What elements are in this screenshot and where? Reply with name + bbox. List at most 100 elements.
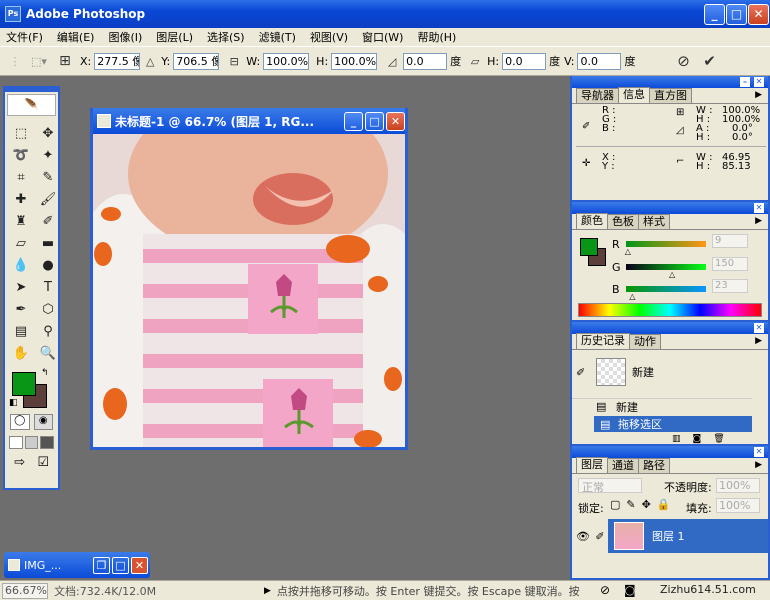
minimized-window[interactable]: IMG_... ❐ □ ✕ xyxy=(4,552,150,578)
tab-styles[interactable]: 样式 xyxy=(638,214,670,229)
eraser-tool-icon[interactable]: ▱ xyxy=(9,233,33,254)
red-slider[interactable] xyxy=(626,241,706,247)
maximize-button[interactable]: □ xyxy=(726,4,747,25)
feather-logo-icon[interactable]: 🪶 xyxy=(7,94,56,116)
tab-channels[interactable]: 通道 xyxy=(607,458,639,473)
fill-field[interactable]: 100% xyxy=(716,498,760,513)
document-minimize-button[interactable]: _ xyxy=(344,112,363,131)
history-panel-close-icon[interactable]: ✕ xyxy=(754,323,764,333)
green-slider[interactable] xyxy=(626,264,706,270)
visibility-eye-icon[interactable]: 👁 xyxy=(574,530,592,543)
blue-value-field[interactable]: 23 xyxy=(712,279,748,293)
standard-mode-icon[interactable]: ◯ xyxy=(10,414,30,430)
blue-slider-thumb[interactable]: △ xyxy=(629,292,635,301)
foreground-color-swatch[interactable] xyxy=(12,372,36,396)
info-panel-close-icon[interactable]: ✕ xyxy=(754,77,764,87)
tab-info[interactable]: 信息 xyxy=(618,87,650,103)
slice-tool-icon[interactable]: ✎ xyxy=(36,167,60,188)
notes-tool-icon[interactable]: ▤ xyxy=(9,321,33,342)
minimize-button[interactable]: _ xyxy=(704,4,725,25)
h-field[interactable]: 100.0% xyxy=(331,52,378,70)
document-close-button[interactable]: ✕ xyxy=(386,112,405,131)
brush-tool-icon[interactable]: 🖌 xyxy=(36,189,60,210)
layer-brush-icon[interactable]: ✐ xyxy=(592,530,608,543)
default-colors-icon[interactable]: ◧ xyxy=(9,398,18,408)
skew-h-field[interactable]: 0.0 xyxy=(502,52,547,70)
y-field[interactable]: 706.5 像 xyxy=(173,52,220,70)
blue-slider[interactable] xyxy=(626,286,706,292)
lock-all-icon[interactable]: 🔒 xyxy=(657,498,671,511)
history-snapshot[interactable]: ✐ 新建 xyxy=(572,354,752,390)
eyedropper-tool-icon[interactable]: ⚲ xyxy=(36,321,60,342)
tab-layers[interactable]: 图层 xyxy=(576,457,608,473)
menu-file[interactable]: 文件(F) xyxy=(6,29,43,45)
menu-window[interactable]: 窗口(W) xyxy=(362,29,403,45)
color-ramp[interactable] xyxy=(578,303,762,317)
tab-histogram[interactable]: 直方图 xyxy=(649,88,692,103)
snapshot-camera-icon[interactable]: ◙ xyxy=(693,434,702,444)
tab-navigator[interactable]: 导航器 xyxy=(576,88,619,103)
history-brush-source-icon[interactable]: ✐ xyxy=(576,366,592,379)
path-selection-tool-icon[interactable]: ➤ xyxy=(9,277,33,298)
blend-mode-select[interactable]: 正常 xyxy=(578,478,642,494)
angle-field[interactable]: 0.0 xyxy=(403,52,448,70)
gradient-tool-icon[interactable]: ▬ xyxy=(36,233,60,254)
menu-select[interactable]: 选择(S) xyxy=(207,29,245,45)
w-field[interactable]: 100.0% xyxy=(263,52,310,70)
move-tool-icon[interactable]: ✥ xyxy=(36,123,60,144)
marquee-tool-icon[interactable]: ⬚ xyxy=(9,123,33,144)
menu-help[interactable]: 帮助(H) xyxy=(417,29,456,45)
history-panel-menu-icon[interactable]: ▶ xyxy=(755,336,762,346)
red-value-field[interactable]: 9 xyxy=(712,234,748,248)
tool-preset-icon[interactable]: ⬚▾ xyxy=(24,55,54,68)
lock-paint-icon[interactable]: ✎ xyxy=(626,498,635,511)
tab-history[interactable]: 历史记录 xyxy=(576,333,630,349)
document-maximize-button[interactable]: □ xyxy=(365,112,384,131)
stamp-tool-icon[interactable]: ♜ xyxy=(9,211,33,232)
history-brush-tool-icon[interactable]: ✐ xyxy=(36,211,60,232)
menu-layer[interactable]: 图层(L) xyxy=(156,29,193,45)
magic-wand-tool-icon[interactable]: ✦ xyxy=(36,145,60,166)
blur-tool-icon[interactable]: 💧 xyxy=(9,255,33,276)
lasso-tool-icon[interactable]: ➰ xyxy=(9,145,33,166)
minimized-close-button[interactable]: ✕ xyxy=(131,556,148,574)
trash-icon[interactable]: 🗑 xyxy=(713,434,724,444)
panel-menu-icon[interactable]: ▶ xyxy=(755,90,762,100)
tab-paths[interactable]: 路径 xyxy=(638,458,670,473)
opacity-field[interactable]: 100% xyxy=(716,478,760,493)
pen-tool-icon[interactable]: ✒ xyxy=(9,299,33,320)
green-value-field[interactable]: 150 xyxy=(712,257,748,271)
screen-mode-full-icon[interactable] xyxy=(40,436,55,449)
type-tool-icon[interactable]: T xyxy=(36,277,60,298)
green-slider-thumb[interactable]: △ xyxy=(669,270,675,279)
color-fg-swatch[interactable] xyxy=(580,238,598,256)
tab-actions[interactable]: 动作 xyxy=(629,334,661,349)
quick-mask-icon[interactable]: ◉ xyxy=(33,414,53,430)
tab-swatches[interactable]: 色板 xyxy=(607,214,639,229)
layers-panel-close-icon[interactable]: ✕ xyxy=(754,447,764,457)
doc-size-info[interactable]: 文档:732.4K/12.0M xyxy=(54,583,254,599)
layers-panel-menu-icon[interactable]: ▶ xyxy=(755,460,762,470)
reference-point-icon[interactable]: ⊞ xyxy=(54,53,76,69)
shape-tool-icon[interactable]: ⬡ xyxy=(36,299,60,320)
document-canvas[interactable] xyxy=(93,134,405,447)
menu-image[interactable]: 图像(I) xyxy=(108,29,142,45)
cancel-transform-icon[interactable]: ⊘ xyxy=(673,52,693,70)
history-item[interactable]: ▤ 新建 xyxy=(572,398,752,414)
hand-tool-icon[interactable]: ✋ xyxy=(9,343,33,364)
menu-filter[interactable]: 滤镜(T) xyxy=(259,29,296,45)
color-panel-menu-icon[interactable]: ▶ xyxy=(755,216,762,226)
screen-mode-standard-icon[interactable] xyxy=(9,436,23,449)
menu-edit[interactable]: 编辑(E) xyxy=(57,29,95,45)
screen-mode-full-menu-icon[interactable] xyxy=(24,436,39,449)
minimized-restore-button[interactable]: ❐ xyxy=(93,556,110,574)
zoom-tool-icon[interactable]: 🔍 xyxy=(36,343,60,364)
info-panel-minimize-icon[interactable]: – xyxy=(740,77,750,87)
jump-to-imageready-icon[interactable]: ⇨ xyxy=(10,455,30,470)
edit-in-imageready-icon[interactable]: ☑ xyxy=(34,455,54,470)
close-button[interactable]: ✕ xyxy=(748,4,769,25)
crop-tool-icon[interactable]: ⌗ xyxy=(9,167,33,188)
lock-transparency-icon[interactable]: ▢ xyxy=(610,498,620,511)
healing-brush-tool-icon[interactable]: ✚ xyxy=(9,189,33,210)
skew-v-field[interactable]: 0.0 xyxy=(577,52,622,70)
